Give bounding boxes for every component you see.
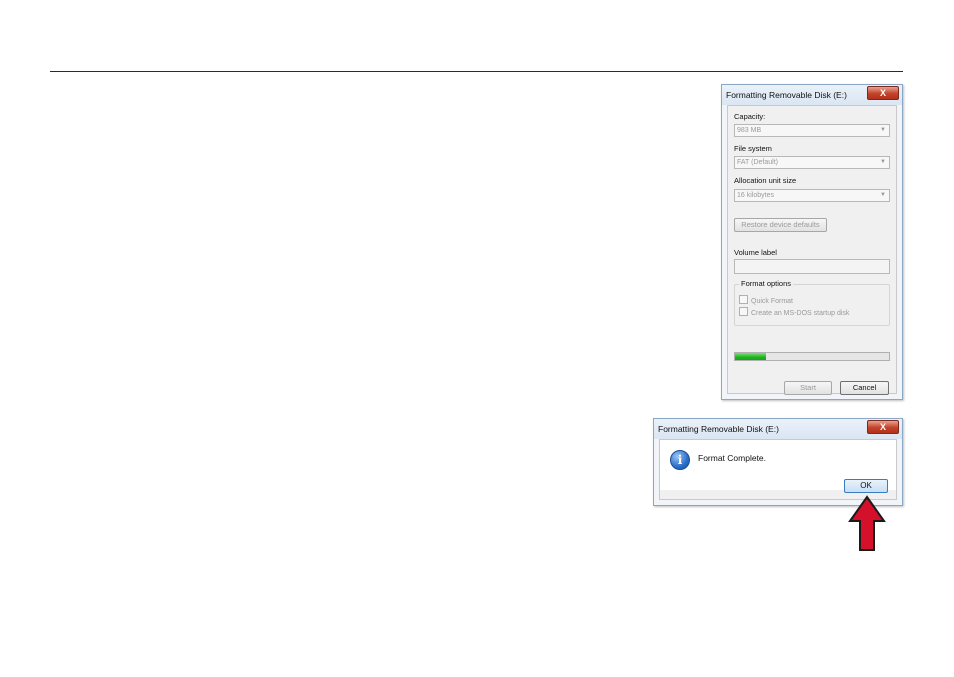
quick-format-checkbox[interactable]: Quick Format <box>739 295 793 305</box>
allocation-unit-value: 16 kilobytes <box>737 192 774 199</box>
dropdown-arrow-icon: ▼ <box>880 127 886 133</box>
format-options-title: Format options <box>739 279 794 288</box>
close-icon: X <box>879 422 886 432</box>
message-box-title: Formatting Removable Disk (E:) <box>658 424 779 434</box>
volume-label-input[interactable] <box>734 259 890 274</box>
dropdown-arrow-icon: ▼ <box>880 192 886 198</box>
format-complete-message-box: Formatting Removable Disk (E:) X i Forma… <box>653 418 903 506</box>
format-dialog-body: Capacity: 983 MB ▼ File system FAT (Defa… <box>727 105 897 395</box>
format-dialog: Formatting Removable Disk (E:) X Capacit… <box>721 84 903 400</box>
volume-label-caption: Volume label <box>734 248 777 257</box>
message-text: Format Complete. <box>698 453 767 463</box>
close-icon: X <box>879 88 886 98</box>
progress-fill <box>735 353 766 360</box>
checkbox-box <box>739 307 748 316</box>
format-dialog-title: Formatting Removable Disk (E:) <box>726 90 847 100</box>
quick-format-label: Quick Format <box>751 298 794 305</box>
dropdown-arrow-icon: ▼ <box>880 159 886 165</box>
start-button[interactable]: Start <box>784 381 832 395</box>
format-progress-bar <box>734 352 890 361</box>
checkbox-box <box>739 295 748 304</box>
capacity-dropdown[interactable]: 983 MB ▼ <box>734 124 890 137</box>
capacity-label: Capacity: <box>734 112 766 121</box>
file-system-dropdown[interactable]: FAT (Default) ▼ <box>734 156 890 169</box>
file-system-value: FAT (Default) <box>737 159 778 166</box>
capacity-value: 983 MB <box>737 127 762 134</box>
page-divider-rule <box>50 71 903 72</box>
red-arrow-pointer <box>848 495 886 551</box>
msdos-startup-checkbox[interactable]: Create an MS-DOS startup disk <box>739 307 849 317</box>
message-box-body: i Format Complete. OK <box>659 439 897 500</box>
allocation-unit-dropdown[interactable]: 16 kilobytes ▼ <box>734 189 890 202</box>
format-dialog-titlebar[interactable]: Formatting Removable Disk (E:) X <box>722 85 902 105</box>
format-dialog-close-button[interactable]: X <box>867 86 899 100</box>
cancel-button[interactable]: Cancel <box>840 381 889 395</box>
message-box-close-button[interactable]: X <box>867 420 899 434</box>
allocation-unit-label: Allocation unit size <box>734 176 797 185</box>
restore-defaults-button[interactable]: Restore device defaults <box>734 218 827 232</box>
file-system-label: File system <box>734 144 772 153</box>
ok-button[interactable]: OK <box>844 479 888 493</box>
msdos-startup-label: Create an MS-DOS startup disk <box>751 310 850 317</box>
message-box-titlebar[interactable]: Formatting Removable Disk (E:) X <box>654 419 902 439</box>
format-options-group: Format options Quick Format Create an MS… <box>734 279 890 326</box>
info-icon: i <box>670 450 690 470</box>
